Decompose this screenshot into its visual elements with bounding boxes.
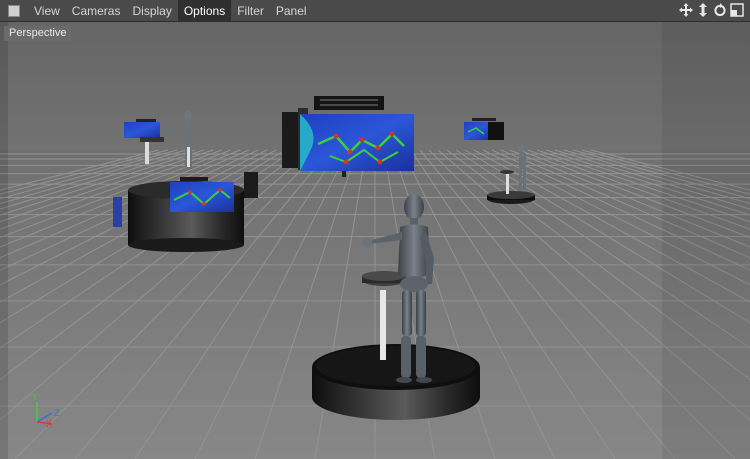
menu-filter[interactable]: Filter <box>231 0 270 22</box>
perspective-viewport[interactable]: Y X Z <box>0 22 750 459</box>
stool-pole <box>380 290 386 360</box>
menu-panel[interactable]: Panel <box>270 0 313 22</box>
safe-frame-right <box>662 22 750 459</box>
viewport-camera-label[interactable]: Perspective <box>4 26 72 41</box>
viewport-panel-icon[interactable] <box>8 4 20 17</box>
video-wall-screen <box>300 114 414 171</box>
dolly-view-icon[interactable] <box>696 3 710 17</box>
axis-x-label: X <box>46 419 52 429</box>
axis-z-label: Z <box>54 408 60 418</box>
rotate-view-icon[interactable] <box>713 3 727 17</box>
safe-frame-left <box>0 22 8 459</box>
menu-view[interactable]: View <box>28 0 66 22</box>
video-wall-mount <box>314 96 384 110</box>
menu-options[interactable]: Options <box>177 0 232 22</box>
move-view-icon[interactable] <box>679 3 693 17</box>
viewport-nav-icons <box>679 3 744 17</box>
cinema4d-viewport-window: View Cameras Display Options Filter Pane… <box>0 0 750 459</box>
menu-cameras[interactable]: Cameras <box>66 0 127 22</box>
toggle-layout-icon[interactable] <box>730 3 744 17</box>
axis-y-label: Y <box>32 392 38 402</box>
menu-display[interactable]: Display <box>126 0 177 22</box>
viewport-menubar: View Cameras Display Options Filter Pane… <box>0 0 750 22</box>
